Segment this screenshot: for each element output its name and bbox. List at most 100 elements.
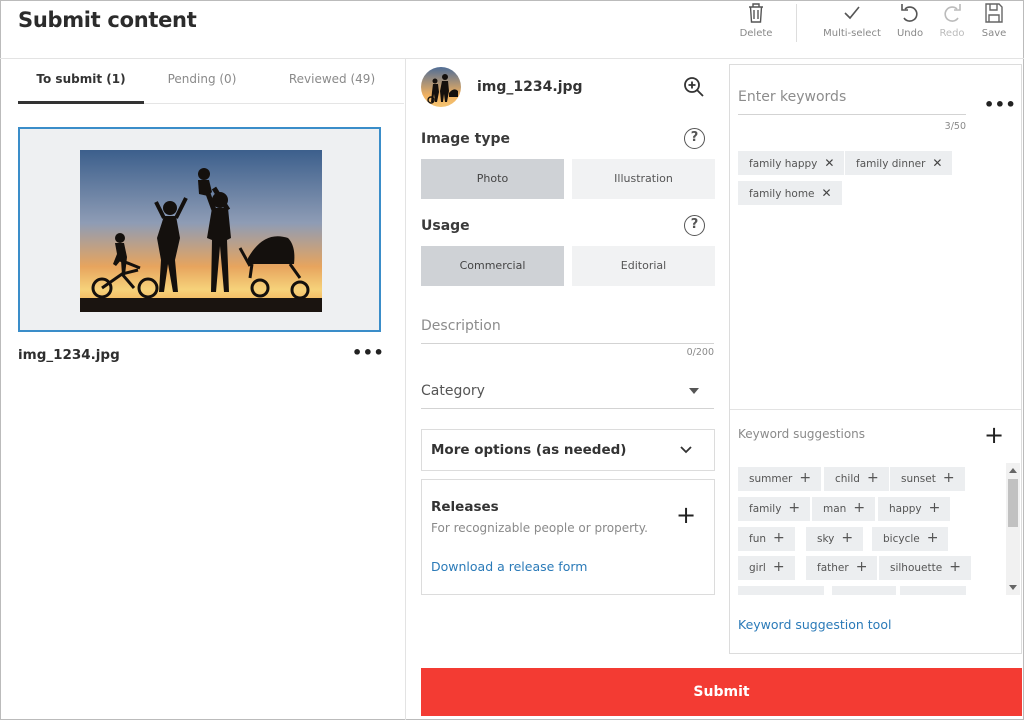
keyword-suggestion-tool-link[interactable]: Keyword suggestion tool [738, 617, 891, 632]
add-all-suggestions-icon[interactable]: + [984, 423, 1004, 447]
more-options-label: More options (as needed) [431, 442, 627, 458]
suggestion-chip[interactable]: happy + [878, 497, 951, 521]
image-type-photo-button[interactable]: Photo [421, 159, 564, 199]
undo-icon [901, 4, 918, 22]
keyword-suggestions-label: Keyword suggestions [738, 427, 866, 441]
usage-help-icon[interactable]: ? [684, 215, 705, 236]
suggestion-chip[interactable]: fun + [738, 527, 795, 551]
thumbnail-file-name: img_1234.jpg [18, 347, 120, 363]
add-suggestion-icon[interactable]: + [853, 500, 865, 516]
add-suggestion-icon[interactable]: + [856, 559, 868, 575]
more-options-expander[interactable]: More options (as needed) [421, 429, 715, 471]
keywords-input[interactable]: Enter keywords [738, 89, 846, 105]
category-underline [421, 408, 714, 409]
suggestion-chip-label: happy [889, 503, 922, 515]
suggestion-chip[interactable]: man + [812, 497, 876, 521]
zoom-in-icon[interactable] [683, 76, 705, 98]
usage-commercial-button[interactable]: Commercial [421, 246, 564, 286]
remove-keyword-icon[interactable]: ✕ [822, 186, 832, 200]
keyword-chip-label: family home [749, 188, 815, 200]
add-suggestion-icon[interactable]: + [841, 530, 853, 546]
save-button[interactable]: Save [962, 0, 1024, 44]
caret-down-icon[interactable] [689, 388, 699, 394]
add-suggestion-icon[interactable]: + [927, 530, 939, 546]
suggestion-chip[interactable]: sunset + [890, 467, 965, 491]
more-options-icon[interactable]: ••• [352, 343, 384, 362]
delete-button[interactable]: Delete [724, 0, 788, 44]
usage-label: Usage [421, 218, 470, 234]
image-thumbnail-card[interactable] [18, 127, 381, 332]
keyword-chip[interactable]: family dinner ✕ [845, 151, 953, 175]
checkmark-icon [844, 6, 860, 20]
keyword-chip[interactable]: family happy ✕ [738, 151, 845, 175]
suggestion-chip-label: father [817, 562, 849, 574]
suggestion-chip-label: silhouette [890, 562, 943, 574]
suggestion-chip[interactable]: child + [824, 467, 889, 491]
suggestion-chip[interactable]: silhouette + [879, 556, 971, 580]
keywords-underline [738, 114, 966, 115]
image-avatar [421, 67, 461, 107]
suggestion-chip[interactable]: family + [738, 497, 811, 521]
suggestion-chip-label: bicycle [883, 533, 920, 545]
suggestion-chip-partial[interactable] [738, 586, 824, 595]
suggestion-chip[interactable]: bicycle + [872, 527, 949, 551]
suggestion-chip-label: fun [749, 533, 767, 545]
suggestions-divider [730, 409, 1021, 410]
tab-to-submit[interactable]: To submit (1) [18, 62, 144, 104]
releases-title: Releases [431, 499, 499, 515]
add-release-icon[interactable]: + [676, 503, 696, 527]
scrollbar-thumb[interactable] [1008, 479, 1018, 527]
page-title: Submit content [18, 8, 197, 32]
chevron-down-icon [680, 446, 692, 454]
keywords-more-icon[interactable]: ••• [984, 95, 1016, 114]
scroll-down-arrow-icon[interactable] [1009, 585, 1017, 590]
image-type-help-icon[interactable]: ? [684, 128, 705, 149]
selected-file-name: img_1234.jpg [477, 79, 583, 95]
add-suggestion-icon[interactable]: + [867, 470, 879, 486]
usage-editorial-button[interactable]: Editorial [572, 246, 715, 286]
suggestion-chip-label: girl [749, 562, 766, 574]
left-divider [405, 59, 406, 720]
header-divider [0, 58, 1024, 59]
add-suggestion-icon[interactable]: + [773, 559, 785, 575]
download-release-form-link[interactable]: Download a release form [431, 559, 587, 574]
trash-icon [749, 3, 763, 23]
scroll-up-arrow-icon[interactable] [1009, 468, 1017, 473]
suggestion-chip[interactable]: sky + [806, 527, 864, 551]
tab-pending[interactable]: Pending (0) [150, 62, 254, 104]
suggestion-chip[interactable]: father + [806, 556, 878, 580]
suggestion-chip-label: child [835, 473, 860, 485]
submit-button[interactable]: Submit [421, 668, 1022, 716]
suggestion-chip-partial[interactable] [832, 586, 896, 595]
add-suggestion-icon[interactable]: + [949, 559, 961, 575]
suggestion-chip-label: sky [817, 533, 835, 545]
remove-keyword-icon[interactable]: ✕ [824, 156, 834, 170]
add-suggestion-icon[interactable]: + [788, 500, 800, 516]
add-suggestion-icon[interactable]: + [929, 500, 941, 516]
delete-label: Delete [739, 28, 773, 39]
tab-reviewed[interactable]: Reviewed (49) [268, 62, 396, 104]
suggestion-chip[interactable]: girl + [738, 556, 795, 580]
submission-tabs: To submit (1) Pending (0) Reviewed (49) [18, 62, 404, 104]
suggestion-chip-label: man [823, 503, 847, 515]
suggestion-chip[interactable]: summer + [738, 467, 822, 491]
description-underline [421, 343, 714, 344]
add-suggestion-icon[interactable]: + [799, 470, 811, 486]
multi-select-button[interactable]: Multi-select [820, 0, 884, 44]
keyword-chip[interactable]: family home ✕ [738, 181, 842, 205]
category-select[interactable]: Category [421, 383, 485, 399]
suggestion-chip-partial[interactable] [900, 586, 966, 595]
remove-keyword-icon[interactable]: ✕ [932, 156, 942, 170]
releases-subtitle: For recognizable people or property. [431, 521, 648, 535]
add-suggestion-icon[interactable]: + [773, 530, 785, 546]
keyword-chip-label: family happy [749, 158, 818, 170]
image-type-illustration-button[interactable]: Illustration [572, 159, 715, 199]
family-sunset-photo [80, 150, 322, 312]
add-suggestion-icon[interactable]: + [943, 470, 955, 486]
multi-select-label: Multi-select [823, 28, 881, 39]
description-input[interactable]: Description [421, 318, 501, 334]
releases-panel: Releases For recognizable people or prop… [421, 479, 715, 595]
floppy-disk-icon [985, 3, 1003, 23]
suggestions-scrollbar[interactable] [1006, 463, 1020, 595]
save-label: Save [981, 28, 1007, 39]
